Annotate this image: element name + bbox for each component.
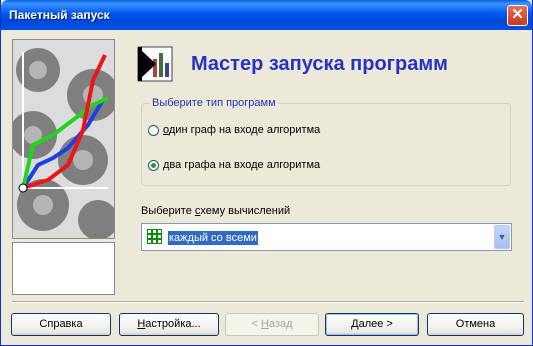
help-button[interactable]: Справка <box>11 313 111 336</box>
program-type-group <box>141 103 511 186</box>
wizard-chart-icon <box>136 45 174 83</box>
back-button[interactable]: < Назад <box>225 313 319 336</box>
banner-blank-panel <box>12 242 115 295</box>
title-bar[interactable]: Пакетный запуск ✕ <box>1 0 532 30</box>
radio-button-selected[interactable] <box>148 159 159 171</box>
window-title: Пакетный запуск <box>9 8 110 22</box>
program-type-legend: Выберите тип программ <box>149 97 279 109</box>
radio-label: два графа на входе алгоритма <box>163 159 321 171</box>
radio-two-graphs[interactable]: два графа на входе алгоритма <box>148 157 320 173</box>
button-separator <box>12 301 524 303</box>
cancel-button[interactable]: Отмена <box>427 313 524 336</box>
settings-button[interactable]: Настройка... <box>119 313 219 336</box>
close-button[interactable]: ✕ <box>507 5 528 26</box>
next-button[interactable]: Далее > <box>325 313 419 336</box>
batch-launch-dialog: Пакетный запуск ✕ Мастер запуска програм… <box>0 0 533 346</box>
scheme-selected-value: каждый со всеми <box>168 231 258 245</box>
radio-one-graph[interactable]: один граф на входе алгоритма <box>148 122 320 138</box>
grid-icon <box>147 229 162 244</box>
dropdown-arrow-icon[interactable]: ▼ <box>494 225 510 249</box>
page-title: Мастер запуска программ <box>191 53 448 75</box>
wizard-banner-image <box>9 39 119 240</box>
scheme-combobox[interactable]: каждый со всеми ▼ <box>141 223 512 251</box>
radio-button[interactable] <box>148 124 159 136</box>
radio-label: один граф на входе алгоритма <box>163 124 321 136</box>
scheme-label: Выберите схему вычислений <box>141 205 291 217</box>
